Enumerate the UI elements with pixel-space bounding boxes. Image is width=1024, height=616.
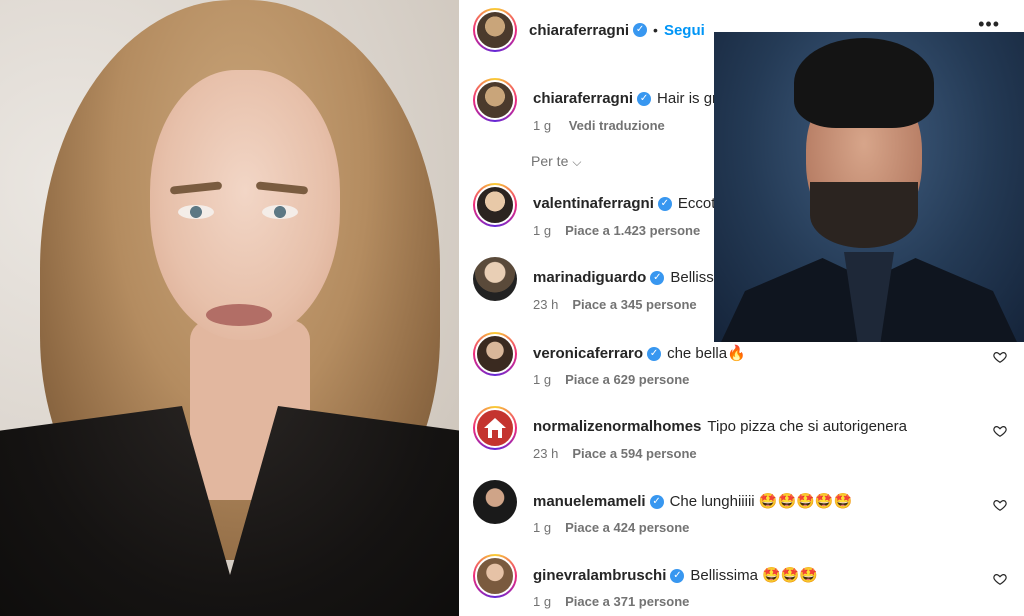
comment-line: valentinaferragni ✓ Eccot	[533, 195, 715, 212]
comment-time: 1 g	[533, 372, 552, 387]
like-heart-icon[interactable]	[993, 498, 1007, 512]
like-heart-icon[interactable]	[993, 350, 1007, 364]
comment-text: Bellissi	[670, 269, 718, 286]
photo-eye-left	[178, 205, 214, 219]
caption-username[interactable]: chiaraferragni	[533, 90, 633, 107]
comment-username[interactable]: ginevralambruschi	[533, 567, 666, 584]
separator-dot: •	[653, 22, 658, 38]
comment-likes[interactable]: Piace a 345 persone	[572, 297, 696, 312]
home-logo-icon	[475, 408, 515, 448]
filter-label: Per te	[531, 153, 569, 169]
comment-likes[interactable]: Piace a 629 persone	[565, 372, 689, 387]
comment-time: 1 g	[533, 520, 552, 535]
comment-username[interactable]: marinadiguardo	[533, 269, 646, 286]
comment-avatar[interactable]	[473, 554, 517, 598]
comment-username[interactable]: veronicaferraro	[533, 345, 643, 362]
comment-meta: 1 g Piace a 629 persone	[533, 372, 703, 387]
caption-text: Hair is gr	[657, 90, 718, 107]
verified-icon: ✓	[650, 271, 665, 286]
comment-likes[interactable]: Piace a 1.423 persone	[565, 223, 700, 238]
portrait-beard	[810, 182, 918, 248]
verified-icon: ✓	[633, 23, 648, 37]
like-heart-icon[interactable]	[993, 424, 1007, 438]
comment-meta: 1 g Piace a 371 persone	[533, 594, 703, 609]
comment-avatar[interactable]	[473, 332, 517, 376]
see-translation-link[interactable]: Vedi traduzione	[569, 118, 665, 133]
comment-meta: 1 g Piace a 1.423 persone	[533, 223, 714, 238]
author-username[interactable]: chiaraferragni	[529, 22, 629, 39]
verified-icon: ✓	[670, 569, 685, 584]
comment-meta: 1 g Piace a 424 persone	[533, 520, 703, 535]
comment-username[interactable]: normalizenormalhomes	[533, 418, 701, 435]
caption-meta: 1 g Vedi traduzione	[533, 118, 679, 133]
like-heart-icon[interactable]	[993, 572, 1007, 586]
author-avatar[interactable]	[473, 8, 517, 52]
photo-face	[150, 70, 340, 340]
comment-avatar[interactable]	[473, 406, 517, 450]
comment-text: Eccot	[677, 195, 716, 212]
comment-meta: 23 h Piace a 594 persone	[533, 446, 711, 461]
comment-meta: 23 h Piace a 345 persone	[533, 297, 711, 312]
comment-time: 23 h	[533, 297, 559, 312]
caption-line: chiaraferragni ✓ Hair is gr	[533, 90, 717, 107]
comment-line: ginevralambruschi ✓ Bellissima 🤩🤩🤩	[533, 566, 818, 584]
comment-time: 23 h	[533, 446, 559, 461]
comment-username[interactable]: valentinaferragni	[533, 195, 654, 212]
comment-username[interactable]: manuelemameli	[533, 493, 646, 510]
chevron-down-icon: ⌵	[572, 155, 582, 169]
comment-time: 1 g	[533, 594, 552, 609]
photo-eye-right	[262, 205, 298, 219]
comment-line: manuelemameli ✓ Che lunghiiiii 🤩🤩🤩🤩🤩	[533, 492, 852, 510]
comment-likes[interactable]: Piace a 594 persone	[572, 446, 696, 461]
comment-text: Che lunghiiiii 🤩🤩🤩🤩🤩	[669, 493, 853, 510]
comment-likes[interactable]: Piace a 424 persone	[565, 520, 689, 535]
comment-filter-dropdown[interactable]: Per te ⌵	[531, 153, 581, 170]
caption-avatar[interactable]	[473, 78, 517, 122]
post-header: chiaraferragni ✓ • Segui	[473, 8, 705, 52]
comment-avatar[interactable]	[473, 183, 517, 227]
comment-text: che bella🔥	[667, 345, 746, 362]
overlay-portrait-photo	[714, 32, 1024, 342]
verified-icon: ✓	[649, 495, 664, 510]
comment-line: veronicaferraro ✓ che bella🔥	[533, 344, 746, 362]
post-photo	[0, 0, 459, 616]
comment-likes[interactable]: Piace a 371 persone	[565, 594, 689, 609]
comment-avatar[interactable]	[473, 480, 517, 524]
follow-button[interactable]: Segui	[664, 22, 705, 39]
comment-time: 1 g	[533, 223, 552, 238]
verified-icon: ✓	[657, 197, 672, 212]
caption-time: 1 g	[533, 118, 552, 133]
photo-lips	[206, 304, 272, 326]
comment-line: marinadiguardo ✓ Bellissi	[533, 269, 717, 286]
comment-text: Bellissima 🤩🤩🤩	[690, 567, 819, 584]
comment-text: Tipo pizza che si autorigenera	[707, 418, 907, 435]
verified-icon: ✓	[637, 92, 652, 107]
verified-icon: ✓	[647, 347, 662, 362]
comment-avatar[interactable]	[473, 257, 517, 301]
comment-line: normalizenormalhomes Tipo pizza che si au…	[533, 418, 907, 435]
portrait-hair	[794, 38, 934, 128]
